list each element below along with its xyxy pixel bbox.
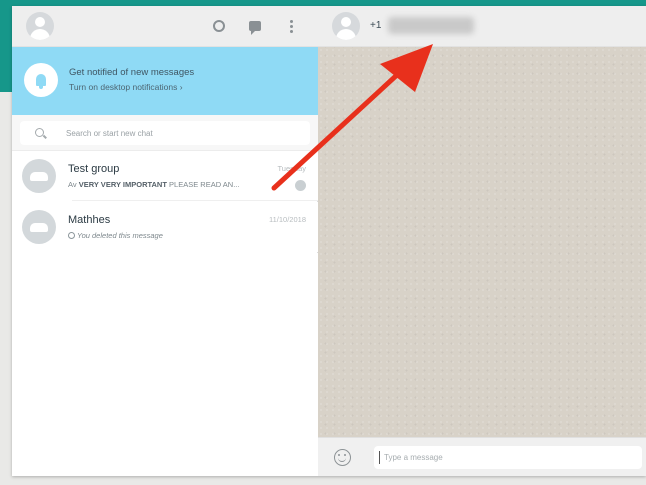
enable-notifications-link[interactable]: Turn on desktop notifications › (69, 82, 183, 92)
group-icon (22, 210, 56, 244)
chat-list-item[interactable]: Test group Tuesday Av VERY VERY IMPORTAN… (12, 151, 318, 201)
group-icon (22, 159, 56, 193)
search-box[interactable] (20, 121, 310, 145)
notification-title: Get notified of new messages (69, 67, 195, 78)
message-box[interactable] (374, 446, 642, 469)
chat-preview: Av VERY VERY IMPORTANT PLEASE READ AN... (68, 180, 288, 189)
compose-bar (318, 437, 646, 476)
preview-sender: Av (68, 180, 77, 189)
message-input[interactable] (384, 450, 634, 465)
menu-icon[interactable] (282, 17, 300, 35)
chat-time: Tuesday (277, 164, 307, 173)
new-chat-icon[interactable] (246, 17, 264, 35)
chat-list-empty-area (12, 253, 318, 476)
contact-number[interactable]: +1 (370, 20, 381, 31)
preview-bold-text: VERY VERY IMPORTANT (78, 180, 167, 189)
emoji-icon[interactable] (334, 449, 351, 466)
muted-badge (295, 180, 306, 191)
chat-list-item[interactable]: Mathhes 11/10/2018 You deleted this mess… (12, 202, 318, 252)
text-caret (379, 451, 380, 464)
chat-time: 11/10/2018 (269, 215, 306, 224)
notification-banner[interactable]: Get notified of new messages Turn on des… (12, 47, 318, 115)
chat-wallpaper (318, 47, 646, 437)
conversation-pane: +1 (318, 6, 646, 476)
search-icon (35, 128, 44, 137)
whatsapp-web-window: Get notified of new messages Turn on des… (12, 6, 646, 476)
ban-icon (68, 232, 75, 239)
preview-rest-text: PLEASE READ AN... (166, 180, 240, 189)
sidebar: Get notified of new messages Turn on des… (12, 6, 318, 476)
preview-italic-text: You deleted this message (77, 231, 163, 240)
sidebar-header (12, 6, 318, 47)
blurred-contact-name (388, 17, 474, 34)
divider (72, 200, 318, 201)
contact-avatar[interactable] (332, 12, 360, 40)
status-icon[interactable] (210, 17, 228, 35)
search-input[interactable] (66, 126, 296, 140)
chat-name: Mathhes (68, 214, 111, 226)
my-avatar[interactable] (26, 12, 54, 40)
chat-name: Test group (68, 163, 120, 175)
search-bar (12, 115, 318, 151)
chat-preview: You deleted this message (68, 231, 288, 240)
conversation-header[interactable]: +1 (318, 6, 646, 47)
bell-icon (24, 63, 58, 97)
